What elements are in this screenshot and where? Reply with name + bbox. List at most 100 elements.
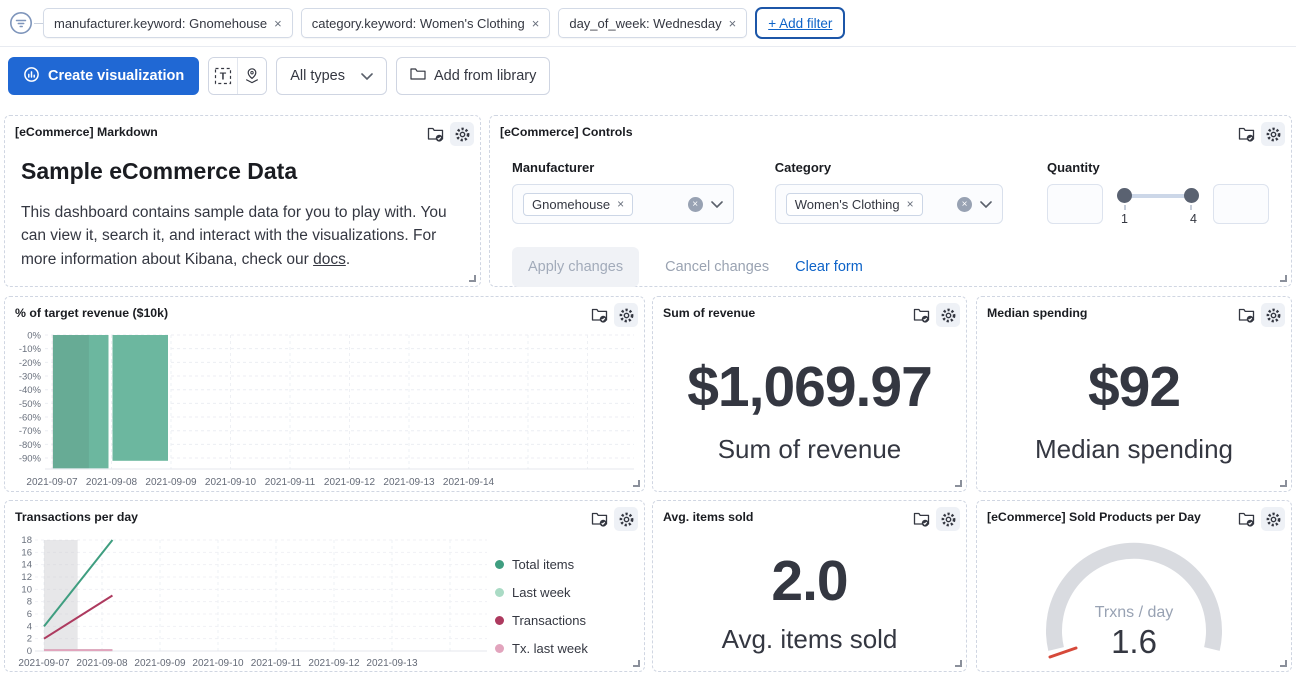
save-to-library-icon[interactable]	[909, 507, 933, 531]
category-select[interactable]: Women's Clothing × ×	[775, 184, 1003, 224]
save-to-library-icon[interactable]	[587, 303, 611, 327]
panel-resize-handle[interactable]	[469, 275, 476, 282]
all-types-dropdown[interactable]: All types	[276, 57, 387, 95]
panel-header: Avg. items sold	[653, 501, 966, 531]
legend-item[interactable]: Total items	[495, 557, 633, 572]
svg-text:-70%: -70%	[19, 426, 42, 437]
slider-tick	[1190, 205, 1192, 210]
clear-selection-icon[interactable]: ×	[688, 197, 703, 212]
add-from-library-button[interactable]: Add from library	[396, 57, 550, 95]
save-to-library-icon[interactable]	[1234, 303, 1258, 327]
filter-pill-category[interactable]: category.keyword: Women's Clothing ×	[301, 8, 551, 38]
save-to-library-icon[interactable]	[1234, 122, 1258, 146]
panel-header: Sum of revenue	[653, 297, 966, 327]
maps-button[interactable]	[238, 58, 266, 94]
svg-text:18: 18	[21, 535, 32, 546]
remove-option-icon[interactable]: ×	[617, 197, 624, 211]
panel-resize-handle[interactable]	[955, 480, 962, 487]
svg-text:-20%: -20%	[19, 358, 42, 369]
panel-target-revenue: % of target revenue ($10k) 0%-10%-20%-30…	[4, 296, 645, 492]
panel-title: [eCommerce] Controls	[500, 122, 633, 139]
panel-markdown: [eCommerce] Markdown Sample eCommerce Da…	[4, 115, 481, 287]
clear-selection-icon[interactable]: ×	[957, 197, 972, 212]
panel-sum-of-revenue: Sum of revenue $1,069.97 Sum of revenue	[652, 296, 967, 492]
filter-bar: manufacturer.keyword: Gnomehouse × categ…	[0, 0, 1296, 47]
save-to-library-icon[interactable]	[423, 122, 447, 146]
filter-pill-manufacturer[interactable]: manufacturer.keyword: Gnomehouse ×	[43, 8, 293, 38]
metric-label: Avg. items sold	[722, 624, 898, 655]
docs-link[interactable]: docs	[313, 251, 346, 268]
remove-option-icon[interactable]: ×	[907, 197, 914, 211]
clear-form-button[interactable]: Clear form	[795, 259, 863, 275]
panel-resize-handle[interactable]	[1280, 660, 1287, 667]
filter-pill-label: manufacturer.keyword: Gnomehouse	[54, 16, 267, 31]
panel-options-gear-icon[interactable]	[1261, 507, 1285, 531]
save-to-library-icon[interactable]	[587, 507, 611, 531]
panel-options-gear-icon[interactable]	[1261, 303, 1285, 327]
category-label: Category	[775, 160, 1003, 175]
remove-filter-icon[interactable]: ×	[274, 17, 282, 30]
filter-pill-day-of-week[interactable]: day_of_week: Wednesday ×	[558, 8, 747, 38]
chevron-down-icon	[361, 73, 373, 80]
markdown-text: .	[346, 251, 350, 268]
panel-options-gear-icon[interactable]	[614, 507, 638, 531]
svg-text:-50%: -50%	[19, 399, 42, 410]
panel-options-gear-icon[interactable]	[936, 507, 960, 531]
svg-text:-30%: -30%	[19, 372, 42, 383]
panel-options-gear-icon[interactable]	[614, 303, 638, 327]
panel-resize-handle[interactable]	[633, 480, 640, 487]
svg-text:-10%: -10%	[19, 344, 42, 355]
svg-text:2021-09-09: 2021-09-09	[134, 658, 186, 669]
svg-text:2: 2	[27, 634, 32, 645]
manufacturer-select[interactable]: Gnomehouse × ×	[512, 184, 734, 224]
panel-resize-handle[interactable]	[1280, 275, 1287, 282]
legend-item[interactable]: Last week	[495, 585, 633, 600]
controls-buttons: Apply changes Cancel changes Clear form	[490, 226, 1291, 287]
transactions-line-chart[interactable]: 0246810121416182021-09-072021-09-082021-…	[11, 535, 489, 673]
legend-item[interactable]: Tx. last week	[495, 641, 633, 656]
svg-text:2021-09-09: 2021-09-09	[145, 477, 197, 488]
apply-changes-button[interactable]: Apply changes	[512, 247, 639, 287]
slider-handle-min[interactable]	[1117, 188, 1132, 203]
panel-options-gear-icon[interactable]	[936, 303, 960, 327]
markdown-content: Sample eCommerce Data This dashboard con…	[5, 146, 480, 271]
legend-dot-icon	[495, 644, 504, 653]
create-visualization-label: Create visualization	[48, 68, 184, 84]
save-to-library-icon[interactable]	[1234, 507, 1258, 531]
metric-value: 2.0	[771, 548, 847, 614]
svg-text:14: 14	[21, 560, 32, 571]
panel-sold-products: [eCommerce] Sold Products per Day Trxns …	[976, 500, 1292, 672]
svg-text:0: 0	[27, 646, 32, 657]
text-annotation-button[interactable]: T	[209, 58, 237, 94]
manufacturer-pill: Gnomehouse ×	[523, 193, 633, 216]
panel-title: % of target revenue ($10k)	[15, 303, 168, 320]
panel-options-gear-icon[interactable]	[1261, 122, 1285, 146]
quantity-min-input[interactable]	[1047, 184, 1103, 224]
svg-text:2021-09-12: 2021-09-12	[324, 477, 376, 488]
slider-handle-max[interactable]	[1184, 188, 1199, 203]
add-from-library-label: Add from library	[434, 68, 536, 84]
quantity-range-slider[interactable]: 1 4	[1117, 188, 1199, 226]
target-revenue-bar-chart[interactable]: 0%-10%-20%-30%-40%-50%-60%-70%-80%-90%20…	[11, 331, 638, 493]
panel-resize-handle[interactable]	[955, 660, 962, 667]
remove-filter-icon[interactable]: ×	[729, 17, 737, 30]
panel-title: [eCommerce] Sold Products per Day	[987, 507, 1201, 524]
legend-item[interactable]: Transactions	[495, 613, 633, 628]
panel-header: [eCommerce] Sold Products per Day	[977, 501, 1291, 531]
svg-text:2021-09-11: 2021-09-11	[251, 658, 302, 669]
cancel-changes-button[interactable]: Cancel changes	[665, 259, 769, 275]
svg-text:-90%: -90%	[19, 454, 42, 465]
create-visualization-button[interactable]: Create visualization	[8, 57, 199, 95]
svg-text:2021-09-08: 2021-09-08	[76, 658, 128, 669]
panel-resize-handle[interactable]	[633, 660, 640, 667]
save-to-library-icon[interactable]	[909, 303, 933, 327]
remove-filter-icon[interactable]: ×	[532, 17, 540, 30]
filter-connector	[34, 23, 43, 24]
panel-resize-handle[interactable]	[1280, 480, 1287, 487]
add-filter-button[interactable]: + Add filter	[755, 7, 845, 39]
filter-menu-icon[interactable]	[8, 10, 34, 36]
quantity-max-input[interactable]	[1213, 184, 1269, 224]
panel-options-gear-icon[interactable]	[450, 122, 474, 146]
legend-label: Last week	[512, 585, 571, 600]
chevron-down-icon	[711, 201, 723, 208]
